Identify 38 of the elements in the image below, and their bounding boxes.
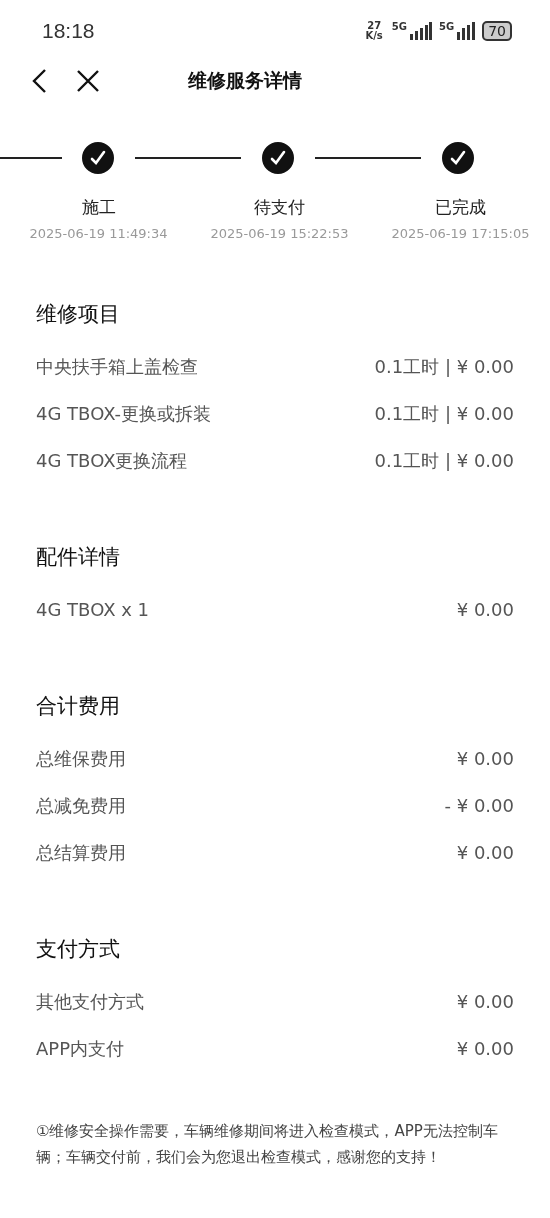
step-time: 2025-06-19 17:15:05 (391, 226, 530, 241)
item-price: - ¥ 0.00 (444, 795, 514, 816)
item-name: 总减免费用 (36, 793, 126, 818)
item-name: 总维保费用 (36, 746, 126, 771)
sim-label: 5G (391, 21, 407, 32)
item-price: 0.1工时 | ¥ 0.00 (374, 448, 514, 473)
item-name: 4G TBOX x 1 (36, 599, 150, 620)
sim-label: 5G (439, 21, 455, 32)
item-price: ¥ 0.00 (456, 599, 514, 620)
close-icon[interactable] (76, 69, 100, 93)
item-price: 0.1工时 | ¥ 0.00 (374, 401, 514, 426)
signal-icon (410, 22, 432, 40)
item-name: 其他支付方式 (36, 989, 144, 1014)
item-price: ¥ 0.00 (456, 1038, 514, 1059)
item-price: ¥ 0.00 (456, 842, 514, 863)
item-name: APP内支付 (36, 1036, 125, 1061)
network-speed: 27 K/s (365, 21, 383, 41)
item-price: ¥ 0.00 (456, 991, 514, 1012)
section-title: 合计费用 (36, 693, 121, 720)
item-price: ¥ 0.00 (456, 748, 514, 769)
section-title: 支付方式 (36, 936, 121, 963)
step-label: 已完成 (435, 196, 486, 219)
item-name: 4G TBOX-更换或拆装 (36, 401, 212, 426)
item-name: 中央扶手箱上盖检查 (36, 354, 198, 379)
section-title: 维修项目 (36, 301, 121, 328)
item-name: 总结算费用 (36, 840, 126, 865)
notice-text: ①维修安全操作需要，车辆维修期间将进入检查模式，APP无法控制车辆；车辆交付前，我们会为您退出检查模式，感谢您的支持！ (36, 1121, 499, 1168)
step-time: 2025-06-19 11:49:34 (29, 226, 168, 241)
page-title: 维修服务详情 (188, 68, 302, 93)
status-time: 18:18 (42, 19, 95, 43)
step-time: 2025-06-19 15:22:53 (210, 226, 349, 241)
section-title: 配件详情 (36, 544, 121, 571)
step-label: 施工 (81, 196, 116, 219)
step-label: 待支付 (254, 196, 305, 219)
item-price: 0.1工时 | ¥ 0.00 (374, 354, 514, 379)
signal-icon (457, 22, 476, 40)
item-name: 4G TBOX更换流程 (36, 448, 188, 473)
battery-level: 70 (482, 21, 512, 41)
